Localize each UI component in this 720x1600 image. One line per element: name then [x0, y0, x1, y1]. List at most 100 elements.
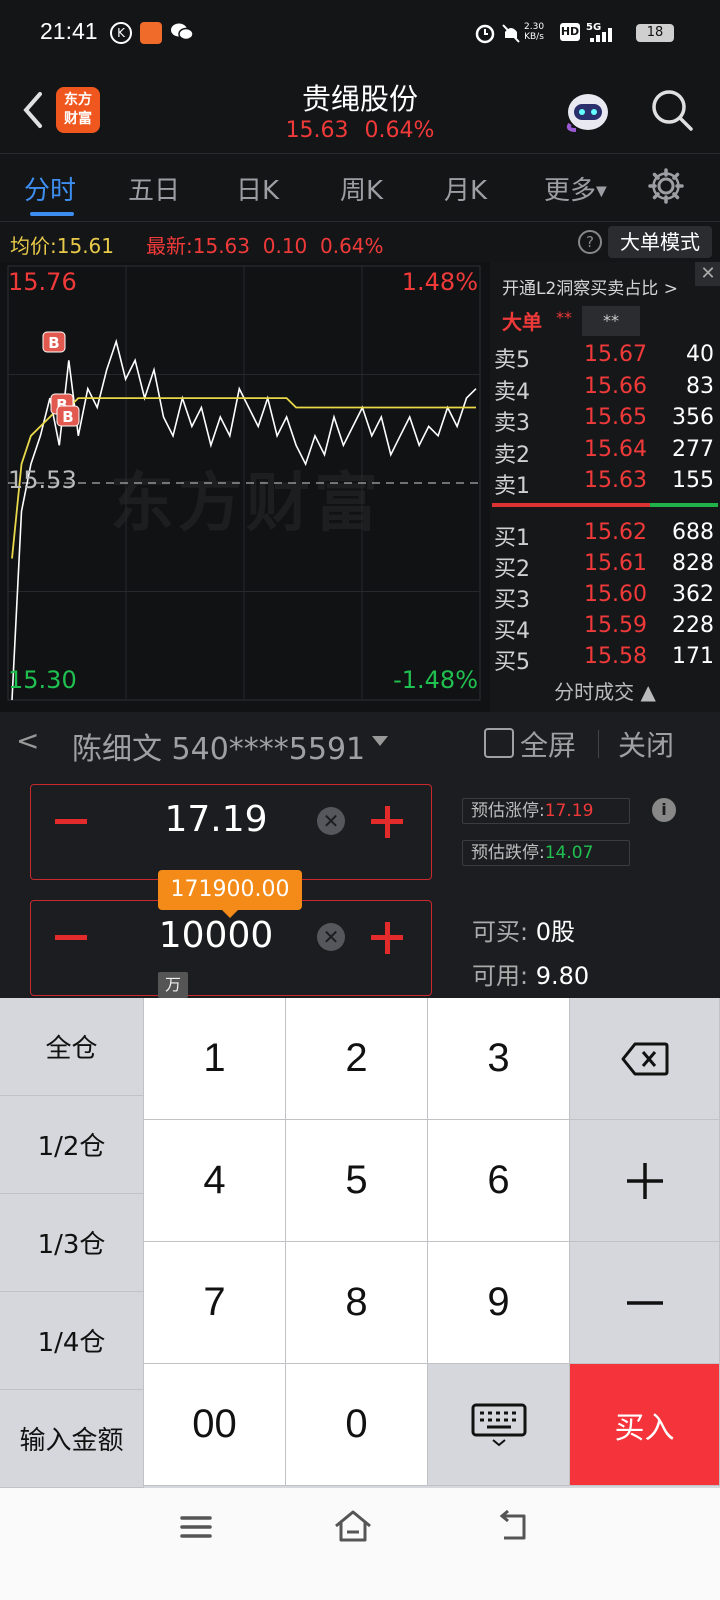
level-volume: 362	[672, 582, 714, 607]
limit-down-estimate: 预估跌停:14.07	[462, 840, 630, 866]
key-2[interactable]: 2	[286, 998, 428, 1120]
quantity-increment-button-v[interactable]	[385, 922, 390, 954]
l2-promo-link[interactable]: 开通L2洞察买卖占比 >	[502, 274, 678, 299]
level-label: 卖4	[494, 379, 530, 405]
key-3[interactable]: 3	[428, 998, 570, 1120]
robot-assistant-icon[interactable]	[562, 86, 614, 134]
key-9[interactable]: 9	[428, 1242, 570, 1364]
tab-monthly-k[interactable]: 月K	[444, 170, 487, 207]
key-5[interactable]: 5	[286, 1120, 428, 1242]
caret-down-icon: ▼	[596, 183, 607, 200]
settings-gear-icon[interactable]	[648, 168, 684, 204]
keyboard-switch-key[interactable]	[428, 1364, 570, 1486]
ask-level-5[interactable]: 卖5 15.67 40	[490, 342, 720, 373]
enter-amount-key[interactable]: 输入金额	[0, 1390, 144, 1488]
level-volume: 356	[672, 405, 714, 430]
level-volume: 155	[672, 468, 714, 493]
key-8[interactable]: 8	[286, 1242, 428, 1364]
home-icon[interactable]	[332, 1508, 374, 1544]
level-label: 买1	[494, 526, 530, 551]
level-volume: 277	[672, 436, 714, 462]
third-position-key[interactable]: 1/3仓	[0, 1194, 144, 1292]
y-max-label: 15.76	[8, 268, 77, 296]
tab-daily-k[interactable]: 日K	[236, 170, 279, 207]
ask-level-3[interactable]: 卖3 15.65 356	[490, 405, 720, 436]
level-label: 买5	[494, 650, 530, 675]
close-button[interactable]: 关闭	[618, 724, 674, 764]
intraday-chart[interactable]: 东方财富 BBB 15.76 15.53 15.30 1.48% -1.48%	[0, 262, 490, 712]
stock-name: 贵绳股份	[301, 82, 418, 116]
bid-level-3[interactable]: 买3 15.60 362	[490, 582, 720, 613]
back-button[interactable]	[18, 86, 48, 134]
bid-level-5[interactable]: 买5 15.58 171	[490, 644, 720, 675]
key-0[interactable]: 0	[286, 1364, 428, 1486]
level-price: 15.60	[584, 582, 647, 607]
full-position-key[interactable]: 全仓	[0, 998, 144, 1096]
stock-price-line: 15.63 0.64%	[240, 118, 480, 143]
mute-icon	[500, 22, 522, 44]
big-order-mode-button[interactable]: 大单模式	[608, 226, 712, 258]
caret-down-icon[interactable]	[372, 736, 388, 746]
tab-weekly-k[interactable]: 周K	[340, 170, 383, 207]
account-selector[interactable]: 陈细文 540****5591	[72, 724, 365, 768]
pct-max-label: 1.48%	[401, 268, 478, 296]
stock-price: 15.63	[285, 118, 349, 143]
tab-intraday[interactable]: 分时	[24, 170, 76, 207]
clear-price-icon[interactable]: ✕	[317, 807, 345, 835]
key-6[interactable]: 6	[428, 1120, 570, 1242]
key-1[interactable]: 1	[144, 998, 286, 1120]
ask-level-4[interactable]: 卖4 15.66 83	[490, 374, 720, 405]
divider	[598, 730, 599, 758]
minus-key[interactable]	[570, 1242, 720, 1364]
key-00[interactable]: 00	[144, 1364, 286, 1486]
back-nav-icon[interactable]	[494, 1509, 530, 1542]
clear-quantity-icon[interactable]: ✕	[317, 923, 345, 951]
stock-change-pct: 0.64%	[364, 118, 435, 143]
quantity-input[interactable]: 10000	[31, 915, 401, 956]
search-icon[interactable]	[650, 88, 694, 132]
ask-level-1[interactable]: 卖1 15.63 155	[490, 468, 720, 499]
buy-marker-label: B	[62, 408, 73, 426]
chevron-left-icon[interactable]: <	[16, 724, 39, 757]
bid-level-4[interactable]: 买4 15.59 228	[490, 613, 720, 644]
half-position-key[interactable]: 1/2仓	[0, 1096, 144, 1194]
price-input[interactable]: 17.19	[31, 799, 401, 840]
y-mid-label: 15.53	[8, 466, 77, 494]
info-icon[interactable]: i	[652, 798, 676, 822]
system-nav-bar	[0, 1488, 720, 1600]
help-icon[interactable]: ?	[578, 230, 602, 254]
level-price: 15.62	[584, 520, 647, 545]
k-icon: K	[110, 22, 132, 44]
ask-level-2[interactable]: 卖2 15.64 277	[490, 437, 720, 468]
key-7[interactable]: 7	[144, 1242, 286, 1364]
signal-5g-icon: 5G	[586, 20, 620, 44]
key-4[interactable]: 4	[144, 1120, 286, 1242]
level-price: 15.66	[584, 373, 647, 399]
fullscreen-button[interactable]: 全屏	[520, 724, 576, 764]
buy-marker-label: B	[48, 334, 59, 352]
level-price: 15.65	[584, 405, 647, 430]
level-volume: 40	[686, 342, 714, 367]
menu-icon[interactable]	[178, 1512, 214, 1542]
close-icon[interactable]: ✕	[695, 262, 720, 286]
level-label: 卖2	[494, 442, 530, 468]
app-icon	[140, 22, 162, 44]
chevron-left-icon	[23, 92, 42, 128]
amount-tooltip: 171900.00	[158, 870, 302, 910]
price-increment-button-v[interactable]	[385, 806, 390, 838]
tab-active-indicator	[30, 212, 74, 216]
backspace-key[interactable]	[570, 998, 720, 1120]
fullscreen-icon[interactable]	[484, 728, 514, 758]
level-label: 买2	[494, 557, 530, 582]
quarter-position-key[interactable]: 1/4仓	[0, 1292, 144, 1390]
buy-button[interactable]: 买入	[570, 1364, 720, 1486]
plus-icon	[626, 1162, 663, 1199]
tab-more[interactable]: 更多▼	[544, 170, 607, 207]
bid-level-1[interactable]: 买1 15.62 688	[490, 520, 720, 551]
bid-level-2[interactable]: 买2 15.61 828	[490, 551, 720, 582]
level-price: 15.59	[584, 613, 647, 638]
time-and-sales-toggle[interactable]: 分时成交 ▲	[490, 676, 720, 705]
plus-key[interactable]	[570, 1120, 720, 1242]
tab-five-day[interactable]: 五日	[128, 170, 180, 207]
wechat-icon	[170, 22, 194, 42]
